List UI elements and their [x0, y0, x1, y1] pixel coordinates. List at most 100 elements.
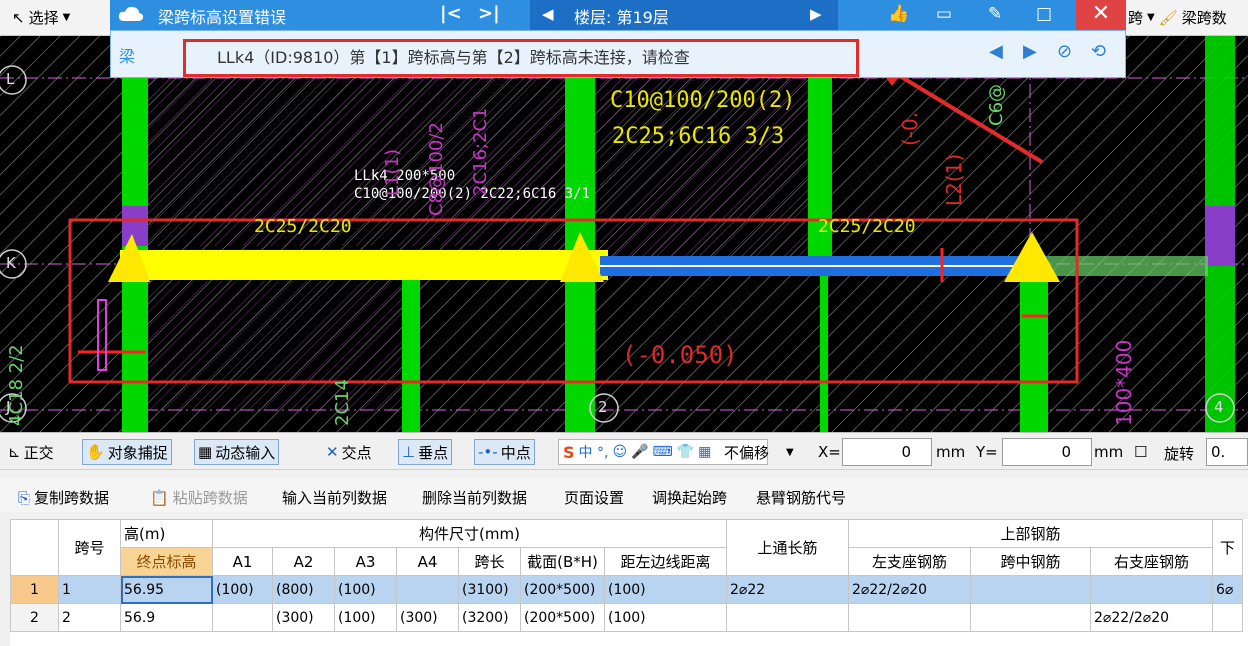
edit-icon[interactable]: ✎ — [988, 4, 1002, 24]
cell-a2[interactable]: (300) — [272, 603, 335, 632]
table-row[interactable]: 1 1 56.95 (100) (800) (100) (3100) (200*… — [10, 575, 1243, 604]
header-end-elevation[interactable]: 终点标高 — [120, 547, 213, 576]
chevron-down-icon: ▼ — [786, 446, 794, 458]
page-setup-button[interactable]: 页面设置 — [564, 487, 624, 508]
floor-next-icon[interactable]: ▶ — [810, 5, 822, 23]
maximize-icon[interactable]: □ — [1036, 4, 1052, 24]
header-right-seat[interactable]: 右支座钢筋 — [1090, 547, 1213, 576]
rotate-checkbox[interactable]: ☐ — [1134, 443, 1147, 461]
ortho-button[interactable]: ⊾ 正交 — [8, 439, 54, 465]
cell-span[interactable]: 2 — [58, 603, 121, 632]
cell-section[interactable]: (200*500) — [520, 603, 605, 632]
keyboard-icon: ⌨ — [652, 444, 673, 460]
column — [402, 266, 420, 432]
header-a4[interactable]: A4 — [396, 547, 459, 576]
header-left-seat[interactable]: 左支座钢筋 — [848, 547, 971, 576]
header-section[interactable]: 截面(B*H) — [520, 547, 605, 576]
error-message[interactable]: LLk4（ID:9810）第【1】跨标高与第【2】跨标高未连接，请检查 — [217, 44, 690, 68]
prev-error-icon[interactable]: ◀ — [989, 41, 1003, 62]
chevron-down-icon: ▼ — [62, 12, 71, 23]
perpendicular-snap-button[interactable]: ⊥ 垂点 — [398, 439, 453, 465]
cell-end-elevation[interactable]: 56.95 — [120, 575, 213, 604]
cell-right-seat[interactable] — [1090, 575, 1213, 604]
cell-left-seat[interactable] — [848, 603, 971, 632]
dynamic-input-button[interactable]: ▦ 动态输入 — [194, 439, 280, 465]
header-a3[interactable]: A3 — [334, 547, 397, 576]
cell-distance-left[interactable]: (100) — [604, 603, 727, 632]
cell-a1[interactable]: (100) — [212, 575, 273, 604]
span-count-label[interactable]: 梁跨数 — [1182, 7, 1227, 28]
comment-icon[interactable]: ▭ — [936, 4, 952, 24]
y-value: 0 — [1061, 443, 1071, 461]
rotate-input[interactable]: 0. — [1206, 438, 1248, 466]
x-value: 0 — [901, 443, 911, 461]
cell-left-seat[interactable]: 2⌀22/2⌀20 — [848, 575, 971, 604]
paste-span-button[interactable]: 📋 粘贴跨数据 — [150, 487, 248, 508]
ortho-label: 正交 — [23, 443, 54, 462]
cell-a4[interactable]: (300) — [396, 603, 459, 632]
cell-mid-span[interactable] — [970, 603, 1091, 632]
perpendicular-icon: ⊥ — [402, 443, 416, 461]
floor-prev-icon[interactable]: ◀ — [542, 5, 554, 23]
close-button[interactable]: ✕ — [1076, 0, 1126, 30]
row-index[interactable]: 1 — [10, 575, 59, 604]
x-label: X= — [818, 443, 841, 461]
header-a1[interactable]: A1 — [212, 547, 273, 576]
span-tool-label[interactable]: 跨 — [1128, 7, 1143, 28]
cell-a2[interactable]: (800) — [272, 575, 335, 604]
copy-span-button[interactable]: ⎘ 复制跨数据 — [18, 487, 109, 508]
cell-a3[interactable]: (100) — [334, 603, 397, 632]
header-distance-left[interactable]: 距左边线距离 — [604, 547, 727, 576]
cell-a4[interactable] — [396, 575, 459, 604]
cell-extra[interactable] — [1212, 603, 1243, 632]
popup-title-bar[interactable]: 梁跨标高设置错误 |< >| ◀ 楼层: 第19层 ▶ 👍 ▭ ✎ □ ✕ — [110, 0, 1126, 30]
header-mid-span[interactable]: 跨中钢筋 — [970, 547, 1091, 576]
cell-section[interactable]: (200*500) — [520, 575, 605, 604]
cantilever-code-button[interactable]: 悬臂钢筋代号 — [756, 487, 846, 508]
first-error-icon[interactable]: |< — [440, 3, 462, 24]
cell-span-length[interactable]: (3100) — [458, 575, 521, 604]
beam-annotation: L1(1) — [382, 149, 403, 196]
header-a2[interactable]: A2 — [272, 547, 335, 576]
cell-span[interactable]: 1 — [58, 575, 121, 604]
dynamic-input-label: 动态输入 — [215, 443, 276, 462]
input-column-label: 输入当前列数据 — [282, 489, 388, 507]
grid-label-l: L — [6, 70, 15, 88]
table-row[interactable]: 2 2 56.9 (300) (100) (300) (3200) (200*5… — [10, 603, 1243, 632]
ignore-icon[interactable]: ⊘ — [1057, 41, 1072, 62]
x-coordinate-input[interactable]: 0 — [842, 438, 932, 466]
cell-mid-span[interactable] — [970, 575, 1091, 604]
cell-right-seat[interactable]: 2⌀22/2⌀20 — [1090, 603, 1213, 632]
corner-cell — [10, 519, 59, 576]
swap-start-span-button[interactable]: 调换起始跨 — [652, 487, 727, 508]
midpoint-snap-button[interactable]: -•- 中点 — [474, 439, 535, 465]
y-coordinate-input[interactable]: 0 — [1002, 438, 1092, 466]
header-span-length[interactable]: 跨长 — [458, 547, 521, 576]
cad-canvas[interactable]: L K J 2 4 C10@100/200(2) 2C25;6C16 3/3 L… — [0, 36, 1248, 432]
next-error-icon[interactable]: ▶ — [1023, 41, 1037, 62]
popup-body: 梁 LLk4（ID:9810）第【1】跨标高与第【2】跨标高未连接，请检查 ◀ … — [110, 30, 1126, 78]
row-index[interactable]: 2 — [10, 603, 59, 632]
cell-a1[interactable] — [212, 603, 273, 632]
cell-distance-left[interactable]: (100) — [604, 575, 727, 604]
input-column-button[interactable]: 输入当前列数据 — [282, 487, 387, 508]
select-button[interactable]: ↖ 选择 ▼ — [12, 7, 70, 28]
cell-top-through[interactable] — [726, 603, 849, 632]
offset-label: 不偏移 — [724, 443, 770, 462]
offset-dropdown[interactable]: 不偏移 ▼ — [724, 439, 794, 465]
cell-a3[interactable]: (100) — [334, 575, 397, 604]
wall-purple — [1205, 206, 1235, 266]
intersection-snap-button[interactable]: ✕ 交点 — [326, 439, 372, 465]
cell-top-through[interactable]: 2⌀22 — [726, 575, 849, 604]
object-snap-button[interactable]: ✋ 对象捕捉 — [82, 439, 172, 465]
thumbs-up-icon[interactable]: 👍 — [888, 4, 909, 24]
ime-text: 中 °, — [578, 445, 609, 461]
mic-icon: 🎤 — [631, 444, 649, 460]
cell-span-length[interactable]: (3200) — [458, 603, 521, 632]
cell-extra[interactable]: 6⌀ — [1212, 575, 1243, 604]
cell-end-elevation[interactable]: 56.9 — [120, 603, 213, 632]
last-error-icon[interactable]: >| — [478, 3, 500, 24]
delete-column-button[interactable]: 删除当前列数据 — [422, 487, 527, 508]
grid-label-4: 4 — [1214, 398, 1224, 416]
refresh-icon[interactable]: ⟲ — [1091, 41, 1106, 62]
